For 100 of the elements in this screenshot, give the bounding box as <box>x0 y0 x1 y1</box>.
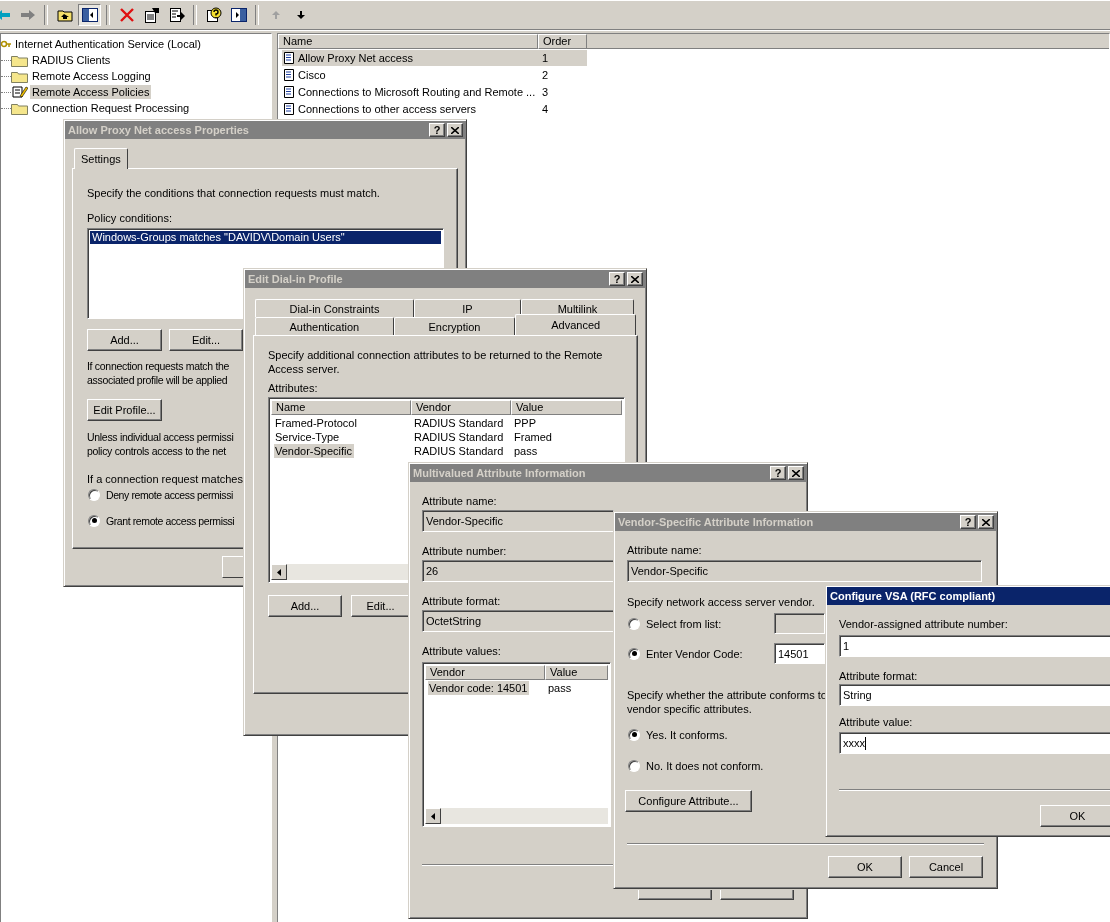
up-arrow-icon <box>270 10 281 20</box>
list-arrow-icon <box>168 7 185 23</box>
configure-attribute-button[interactable]: Configure Attribute... <box>625 789 752 812</box>
tab[interactable]: Encryption <box>393 317 516 335</box>
attribute-value: Framed <box>513 430 553 444</box>
radio-button[interactable] <box>628 617 640 630</box>
panes-icon <box>81 8 98 22</box>
column-header[interactable]: Name <box>271 400 411 415</box>
text-field[interactable]: 1 <box>839 635 1110 657</box>
tab[interactable]: Settings <box>74 148 128 169</box>
column-header[interactable]: Order <box>538 34 587 49</box>
column-header[interactable]: Vendor <box>425 665 545 680</box>
field-label: Attribute format: <box>839 669 918 683</box>
tree-item[interactable]: Remote Access Policies <box>30 85 152 99</box>
policy-name: Connections to other access servers <box>298 103 477 115</box>
instruction-text: Specify the conditions that connection requests must match. <box>87 186 380 200</box>
scroll-icon <box>282 51 296 65</box>
properties-icon <box>143 7 160 23</box>
radio-button[interactable] <box>88 489 100 501</box>
dialog-button[interactable]: OK <box>828 855 902 878</box>
field-label: Attribute format: <box>422 594 501 608</box>
tab[interactable]: Advanced <box>515 314 636 335</box>
dialog-button[interactable]: Edit... <box>351 595 410 617</box>
x-icon <box>119 8 134 22</box>
ok-button[interactable]: OK <box>1040 805 1110 827</box>
permission-description: Unless individual access permissi policy controls access to the net <box>87 430 234 458</box>
folder-icon <box>11 69 28 83</box>
tab[interactable]: Authentication <box>255 317 394 335</box>
field-label: Attribute values: <box>422 644 501 658</box>
dialog-button[interactable]: Cancel <box>909 855 983 878</box>
radio-label[interactable]: No. It does not conform. <box>646 758 764 773</box>
scroll-left-button[interactable] <box>271 564 287 580</box>
panes-icon <box>230 8 247 22</box>
policy-order: 1 <box>542 52 549 64</box>
tree-item[interactable]: Internet Authentication Service (Local) <box>13 37 203 51</box>
close-icon <box>631 275 639 283</box>
policy-row[interactable]: Cisco 2 <box>282 67 587 83</box>
left-arrow-icon <box>431 812 435 820</box>
match-text: If a connection request matches <box>87 472 243 486</box>
help-icon <box>205 7 222 23</box>
condition-item[interactable]: Windows-Groups matches "DAVIDV\Domain Users" <box>90 231 441 244</box>
tab[interactable]: IP <box>414 299 521 317</box>
read-only-field[interactable]: Vendor-Specific <box>422 510 614 532</box>
column-header[interactable]: Value <box>511 400 622 415</box>
policy-order: 2 <box>542 69 549 81</box>
show-hide-tree-button[interactable] <box>78 4 101 26</box>
tree-item[interactable]: Connection Request Processing <box>30 101 192 115</box>
dialog-button[interactable]: Add... <box>268 595 342 617</box>
radio-label[interactable]: Yes. It conforms. <box>646 727 728 742</box>
edit-profile-button[interactable]: Edit Profile... <box>87 399 162 421</box>
scroll-icon <box>282 102 296 116</box>
radio-button[interactable] <box>628 759 640 772</box>
profile-description: If connection requests match the associated profile will be applied <box>87 359 230 387</box>
attribute-name[interactable]: Vendor-Specific <box>274 444 355 458</box>
dialog-button[interactable]: Add... <box>87 329 162 351</box>
radio-label[interactable]: Select from list: <box>646 616 722 631</box>
policy-row[interactable]: Connections to other access servers 4 <box>282 101 587 117</box>
text-field[interactable]: String <box>839 684 1110 706</box>
read-only-field[interactable]: 26 <box>422 560 614 582</box>
vendor-dropdown[interactable] <box>774 613 825 634</box>
policy-name: Allow Proxy Net access <box>298 52 414 64</box>
radio-label[interactable]: Deny remote access permissi <box>106 488 233 502</box>
dialog-button[interactable] <box>638 890 712 900</box>
vendor-code-field[interactable]: 14501 <box>774 643 825 664</box>
folder-up-icon <box>56 7 73 23</box>
dialog-button[interactable] <box>720 890 794 900</box>
scroll-left-button[interactable] <box>425 808 441 824</box>
attribute-name[interactable]: Framed-Protocol <box>274 416 359 430</box>
text-field[interactable]: xxxx <box>839 732 1110 754</box>
tree-item[interactable]: Remote Access Logging <box>30 69 153 83</box>
instruction-text: Specify additional connection attributes to be returned to the Remote Access server. <box>268 348 604 376</box>
dialog-button[interactable]: Edit... <box>169 329 243 351</box>
read-only-field[interactable]: Vendor-Specific <box>627 560 982 582</box>
scrollbar[interactable] <box>271 564 411 580</box>
policy-row[interactable]: Allow Proxy Net access 1 <box>282 50 587 66</box>
window-title: Multivalued Attribute Information <box>413 467 587 479</box>
field-label: Attributes: <box>268 381 318 395</box>
vendor-name: RADIUS Standard <box>413 416 505 430</box>
instruction-text: Specify network access server vendor. <box>627 595 815 609</box>
window-title: Allow Proxy Net access Properties <box>68 124 250 136</box>
window-title: Configure VSA (RFC compliant) <box>830 590 997 602</box>
attribute-name[interactable]: Service-Type <box>274 430 342 444</box>
column-header[interactable]: Vendor <box>411 400 511 415</box>
attribute-value: pass <box>513 444 539 458</box>
vendor-code[interactable]: Vendor code: 14501 <box>428 681 530 695</box>
field-label: Policy conditions: <box>87 211 172 225</box>
scrollbar[interactable] <box>425 808 608 824</box>
column-header[interactable]: Name <box>278 34 538 49</box>
column-header[interactable]: Value <box>545 665 608 680</box>
scroll-icon <box>282 68 296 82</box>
read-only-field[interactable]: OctetString <box>422 610 614 632</box>
folder-icon <box>11 101 28 115</box>
close-icon <box>982 518 990 526</box>
tree-item[interactable]: RADIUS Clients <box>30 53 113 67</box>
down-arrow-icon <box>295 10 306 20</box>
radio-label[interactable]: Enter Vendor Code: <box>646 646 743 661</box>
tab[interactable]: Dial-in Constraints <box>255 299 414 317</box>
attribute-values-list[interactable]: Vendor Value Vendor code: 14501 pass <box>422 662 611 827</box>
policy-row[interactable]: Connections to Microsoft Routing and Remote ... 3 <box>282 84 587 100</box>
radio-label[interactable]: Grant remote access permissi <box>106 513 235 528</box>
